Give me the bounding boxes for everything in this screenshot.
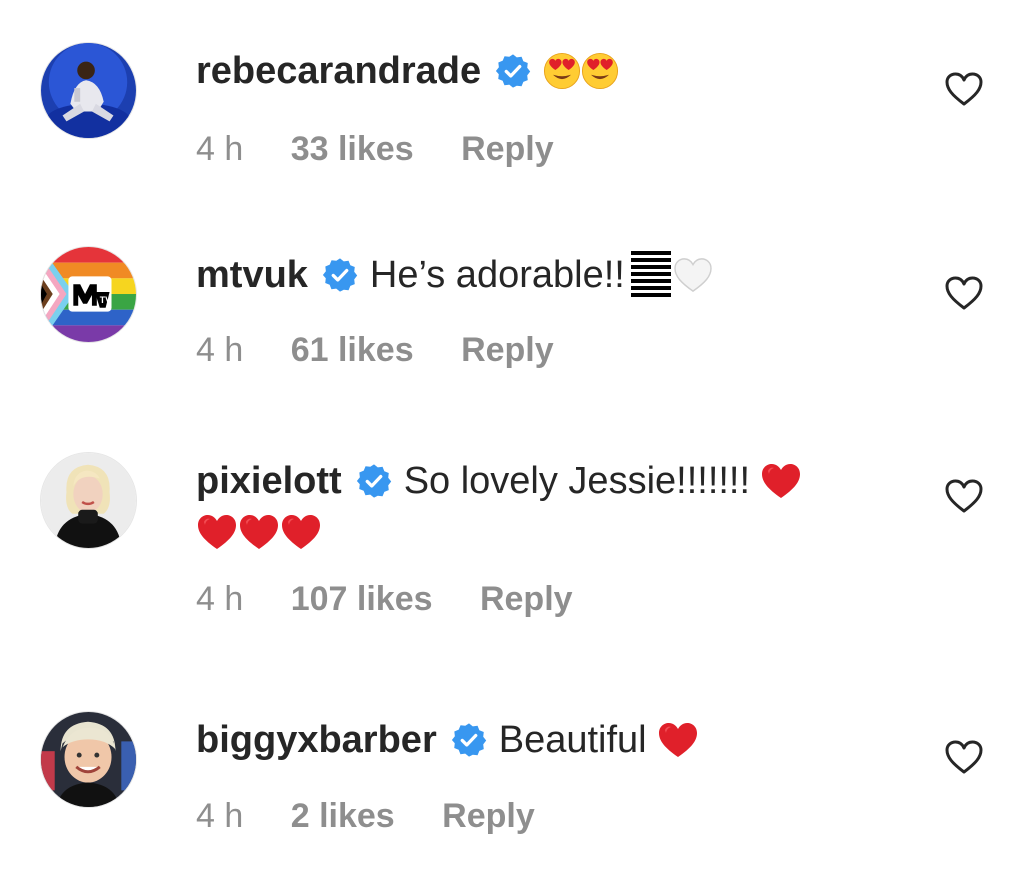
likes-count[interactable]: 107 likes	[291, 577, 433, 621]
avatar[interactable]	[40, 42, 137, 139]
avatar[interactable]	[40, 452, 137, 549]
comment-text: Beautiful	[498, 719, 647, 761]
comment-body: mtvuk He’s adorable!! 4 h 61 likes Reply	[196, 250, 896, 372]
heart-eyes-emoji-icon	[581, 52, 619, 90]
comment-line: pixielott So lovely Jessie!!!!!!!	[196, 456, 896, 506]
comment-body: pixielott So lovely Jessie!!!!!!! 4 h 10…	[196, 456, 896, 621]
likes-count[interactable]: 2 likes	[291, 794, 395, 838]
red-heart-emoji-icon	[657, 721, 699, 759]
avatar[interactable]	[40, 711, 137, 808]
comment-meta: 4 h 33 likes Reply	[196, 127, 896, 171]
reply-button[interactable]: Reply	[480, 577, 573, 621]
red-heart-emoji-icon	[196, 513, 238, 551]
red-heart-emoji-icon	[760, 462, 802, 500]
svg-text:TV: TV	[100, 295, 111, 305]
like-heart-icon[interactable]	[944, 71, 984, 107]
comment-meta: 4 h 107 likes Reply	[196, 577, 896, 621]
red-heart-emoji-icon	[238, 513, 280, 551]
timestamp[interactable]: 4 h	[196, 127, 243, 171]
comment-line: mtvuk He’s adorable!!	[196, 250, 896, 300]
reply-button[interactable]: Reply	[461, 127, 554, 171]
username[interactable]: biggyxbarber	[196, 715, 437, 765]
username[interactable]: mtvuk	[196, 250, 308, 300]
comment-body: rebecarandrade 4 h 33 likes Reply	[196, 46, 896, 171]
like-heart-icon[interactable]	[944, 275, 984, 311]
like-heart-icon[interactable]	[944, 478, 984, 514]
comment-line: biggyxbarber Beautiful	[196, 715, 896, 765]
comment-text: So lovely Jessie!!!!!!!	[403, 460, 751, 502]
reply-button[interactable]: Reply	[461, 328, 554, 372]
comments-list: rebecarandrade 4 h 33 likes Reply TV mtv…	[0, 0, 1024, 896]
comment-text: He’s adorable!!	[369, 254, 625, 296]
likes-count[interactable]: 33 likes	[291, 127, 414, 171]
black-bars-emoji-icon	[631, 251, 671, 299]
comment-line	[196, 513, 896, 551]
avatar[interactable]: TV	[40, 246, 137, 343]
verified-badge-icon	[451, 722, 487, 758]
timestamp[interactable]: 4 h	[196, 577, 243, 621]
heart-eyes-emoji-icon	[543, 52, 581, 90]
username[interactable]: rebecarandrade	[196, 46, 481, 96]
red-heart-emoji-icon	[280, 513, 322, 551]
white-heart-emoji-icon	[673, 257, 713, 293]
likes-count[interactable]: 61 likes	[291, 328, 414, 372]
like-heart-icon[interactable]	[944, 739, 984, 775]
timestamp[interactable]: 4 h	[196, 328, 243, 372]
reply-button[interactable]: Reply	[442, 794, 535, 838]
verified-badge-icon	[322, 257, 358, 293]
verified-badge-icon	[356, 463, 392, 499]
comment-body: biggyxbarber Beautiful 4 h 2 likes Reply	[196, 715, 896, 838]
comment-line: rebecarandrade	[196, 46, 896, 96]
timestamp[interactable]: 4 h	[196, 794, 243, 838]
verified-badge-icon	[495, 53, 531, 89]
comment-meta: 4 h 61 likes Reply	[196, 328, 896, 372]
comment-meta: 4 h 2 likes Reply	[196, 794, 896, 838]
username[interactable]: pixielott	[196, 456, 342, 506]
